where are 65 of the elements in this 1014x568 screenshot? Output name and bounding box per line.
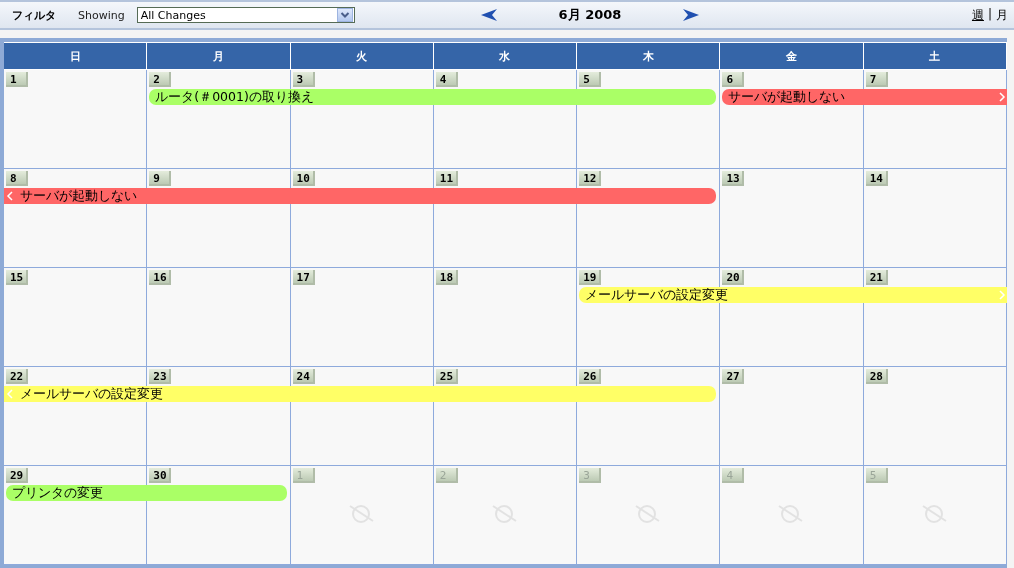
day-number: 20 bbox=[722, 270, 745, 285]
chevron-left-icon bbox=[6, 389, 14, 399]
event-title[interactable]: サーバが起動しない bbox=[20, 188, 137, 204]
day-number: 28 bbox=[865, 369, 888, 384]
view-link[interactable]: 週 bbox=[971, 6, 984, 24]
view-link[interactable]: 月 bbox=[996, 6, 1008, 24]
day-number: 3 bbox=[579, 468, 602, 483]
day-number: 24 bbox=[292, 369, 315, 384]
day-number: 26 bbox=[579, 369, 602, 384]
event-title[interactable]: ルータ(＃0001)の取り換え bbox=[155, 89, 314, 105]
separator: | bbox=[987, 6, 992, 23]
day-number: 21 bbox=[865, 270, 888, 285]
event-title[interactable]: メールサーバの設定変更 bbox=[585, 287, 729, 303]
previous-arrow-icon[interactable] bbox=[480, 8, 498, 22]
weekday-header: 木 bbox=[577, 43, 721, 70]
caret-icon bbox=[336, 8, 353, 22]
day-number: 17 bbox=[292, 270, 315, 285]
day-number: 3 bbox=[292, 72, 315, 87]
event-bar-segment[interactable] bbox=[6, 485, 148, 501]
day-number: 4 bbox=[722, 468, 745, 483]
day-number: 8 bbox=[6, 171, 28, 186]
day-number: 18 bbox=[435, 270, 458, 285]
weekday-header: 月 bbox=[147, 43, 291, 70]
day-number: 15 bbox=[6, 270, 28, 285]
chevron-left-icon bbox=[6, 191, 14, 201]
day-number: 5 bbox=[865, 468, 888, 483]
day-number: 5 bbox=[579, 72, 602, 87]
day-number: 11 bbox=[435, 171, 458, 186]
day-number: 2 bbox=[149, 72, 172, 87]
day-number: 23 bbox=[149, 369, 172, 384]
month-title: 6月 2008 bbox=[557, 6, 623, 24]
day-number: 27 bbox=[722, 369, 745, 384]
day-number: 6 bbox=[722, 72, 745, 87]
day-number: 1 bbox=[6, 72, 28, 87]
day-number: 29 bbox=[6, 468, 28, 483]
event-bar-segment[interactable] bbox=[4, 188, 148, 204]
day-number: 4 bbox=[435, 72, 458, 87]
weekday-header: 水 bbox=[433, 43, 578, 70]
day-number: 14 bbox=[865, 171, 888, 186]
day-number: 1 bbox=[292, 468, 315, 483]
chevron-right-icon bbox=[998, 290, 1006, 300]
day-number: 25 bbox=[435, 369, 458, 384]
day-number: 16 bbox=[149, 270, 172, 285]
next-arrow-icon[interactable] bbox=[682, 8, 700, 22]
chevron-right-icon bbox=[998, 92, 1006, 102]
event-title[interactable]: プリンタの変更 bbox=[12, 485, 103, 501]
weekday-header: 日 bbox=[4, 43, 148, 70]
day-number: 22 bbox=[6, 369, 28, 384]
event-title[interactable]: サーバが起動しない bbox=[728, 89, 846, 105]
day-number: 9 bbox=[149, 171, 172, 186]
filter-label: フィルタ bbox=[12, 7, 56, 23]
weekday-header: 金 bbox=[720, 43, 864, 70]
filter-dropdown[interactable]: All Changes bbox=[136, 7, 355, 23]
weekday-header: 火 bbox=[290, 43, 434, 70]
day-number: 19 bbox=[579, 270, 602, 285]
day-number: 12 bbox=[579, 171, 602, 186]
event-bar-segment[interactable] bbox=[722, 89, 864, 105]
day-number: 7 bbox=[865, 72, 888, 87]
weekday-header: 土 bbox=[863, 43, 1007, 70]
day-number: 13 bbox=[722, 171, 745, 186]
day-number: 10 bbox=[292, 171, 315, 186]
day-number: 2 bbox=[435, 468, 458, 483]
event-title[interactable]: メールサーバの設定変更 bbox=[20, 386, 163, 402]
day-number: 30 bbox=[149, 468, 172, 483]
showing-label: Showing bbox=[78, 8, 125, 22]
